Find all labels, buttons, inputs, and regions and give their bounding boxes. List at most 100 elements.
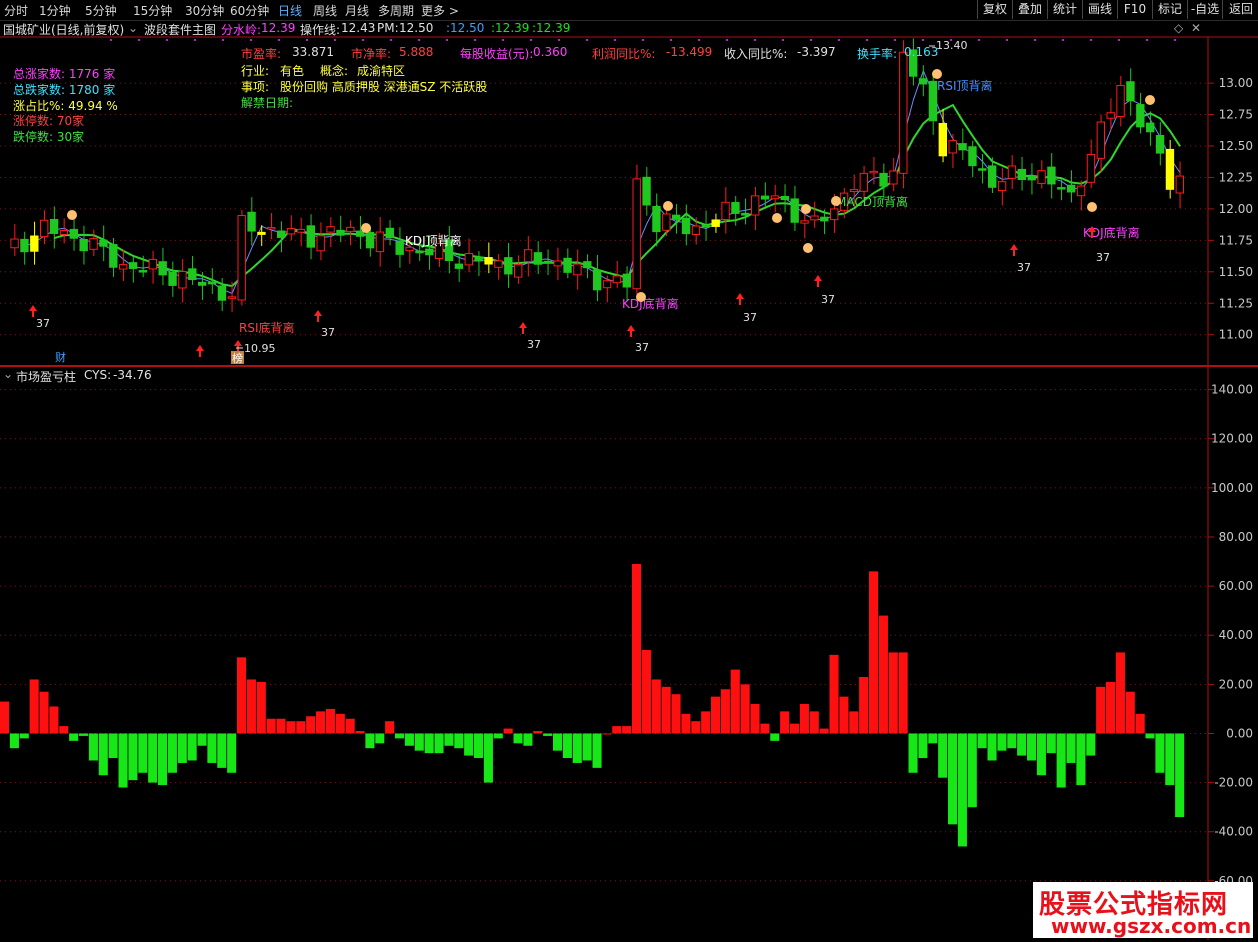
profit-loss-bar: [869, 571, 879, 734]
tab-60min[interactable]: 60分钟: [230, 2, 269, 19]
profit-loss-bar: [1115, 652, 1125, 734]
arrow-value-label: 37: [1017, 261, 1031, 274]
candle-body: [593, 269, 602, 291]
candle-body: [20, 238, 29, 253]
candle-body: [731, 202, 740, 214]
profit-loss-bar: [553, 733, 563, 751]
candle-body: [188, 268, 197, 281]
tab-30min[interactable]: 30分钟: [185, 2, 224, 19]
tab-1min[interactable]: 1分钟: [39, 2, 71, 19]
tab-15min[interactable]: 15分钟: [133, 2, 172, 19]
profit-loss-bar: [404, 733, 414, 746]
period-marker-dot: [306, 39, 308, 41]
candle-body: [918, 78, 928, 85]
tab-monthly[interactable]: 月线: [345, 2, 369, 19]
candle-body: [40, 219, 49, 238]
profit-loss-bar: [385, 721, 395, 734]
eps-label: 每股收益(元):: [460, 47, 534, 61]
profit-loss-bar: [632, 563, 642, 734]
f10-button[interactable]: F10: [1117, 0, 1152, 19]
period-marker-dot: [166, 39, 168, 41]
profit-loss-bar: [582, 733, 592, 761]
profit-loss-bar: [1145, 733, 1155, 739]
candle-body: [632, 178, 641, 290]
candle-body: [69, 228, 78, 239]
profit-loss-bar: [227, 733, 237, 773]
candle-body: [879, 172, 888, 187]
back-button[interactable]: 返回: [1222, 0, 1258, 19]
watchlist-button[interactable]: -自选: [1187, 0, 1222, 19]
candle-body: [681, 217, 691, 235]
profit-loss-bar: [671, 694, 681, 734]
subchart-toggle-icon[interactable]: ⌄: [3, 367, 13, 381]
profit-loss-bar: [464, 733, 474, 756]
candle-body: [217, 285, 227, 301]
profit-loss-bar: [1165, 733, 1175, 786]
subchart-grid: [0, 389, 1208, 882]
statistics-button[interactable]: 统计: [1047, 0, 1082, 19]
candle-body: [691, 225, 701, 235]
profit-loss-bar: [602, 733, 612, 735]
arrow-value-label: 37: [321, 326, 335, 339]
main-kline-chart[interactable]: KDJ顶背离RSI底背离KDJ底背离RSI顶背离MACD顶背离KDJ底背离373…: [0, 20, 1258, 365]
profit-loss-bar: [444, 733, 454, 746]
profit-loss-bar: [98, 733, 108, 776]
period-marker-dot: [614, 39, 616, 41]
period-marker-dot: [194, 39, 196, 41]
candle-body: [247, 211, 256, 232]
period-marker-dot: [642, 39, 644, 41]
candle-body: [849, 189, 859, 193]
candle-body: [296, 228, 306, 233]
period-marker-dot: [726, 39, 728, 41]
period-marker-dot: [418, 39, 420, 41]
price-tick-label: 11.25: [1219, 296, 1253, 310]
profit-loss-bar: [908, 733, 918, 773]
profit-loss-bar: [829, 654, 839, 734]
profit-loss-bar: [296, 721, 306, 734]
tab-weekly[interactable]: 周线: [313, 2, 337, 19]
signal-marks: KDJ顶背离RSI底背离KDJ底背离RSI顶背离MACD顶背离KDJ底背离373…: [29, 39, 1176, 365]
period-marker-dot: [950, 39, 952, 41]
price-tick-label: 11.75: [1219, 233, 1253, 247]
tab-5min[interactable]: 5分钟: [85, 2, 117, 19]
profit-loss-bar: [641, 649, 651, 734]
profit-loss-bar: [1066, 733, 1076, 763]
profit-loss-chart[interactable]: 140.00 120.00 100.00 80.00 60.00 40.00 20.00 0.…: [0, 365, 1258, 940]
profit-loss-bar: [701, 711, 711, 734]
period-marker-dot: [390, 39, 392, 41]
profit-loss-bar: [118, 733, 128, 788]
subchart-tick-label: 120.00: [1211, 432, 1253, 446]
candle-body: [583, 261, 592, 269]
tab-fenshi[interactable]: 分时: [4, 2, 28, 19]
candle-body: [306, 225, 315, 248]
profit-loss-bar: [1125, 691, 1135, 734]
candle-body: [662, 213, 671, 231]
period-marker-dot: [1034, 39, 1036, 41]
mark-button[interactable]: 标记: [1152, 0, 1187, 19]
limit-down-count: 跌停数: 30家: [13, 130, 85, 144]
event-value: 股份回购 高质押股 深港通SZ 不活跃股: [280, 80, 488, 94]
restore-rights-button[interactable]: 复权: [977, 0, 1012, 19]
profit-loss-bar: [9, 733, 19, 749]
price-tick-label: 12.50: [1219, 139, 1253, 153]
candle-body: [553, 260, 562, 267]
period-marker-dot: [1146, 39, 1148, 41]
tab-multi-period[interactable]: 多周期: [378, 2, 414, 19]
candle-body: [563, 257, 572, 273]
period-marker-dot: [754, 39, 756, 41]
overlay-button[interactable]: 叠加: [1012, 0, 1047, 19]
period-marker-dot: [978, 39, 980, 41]
period-marker-dot: [530, 39, 532, 41]
tab-more[interactable]: 更多 >: [421, 2, 459, 19]
period-marker-dot: [446, 39, 448, 41]
draw-line-button[interactable]: 画线: [1082, 0, 1117, 19]
profit-loss-bar: [1175, 733, 1185, 817]
period-marker-dot: [1090, 39, 1092, 41]
candle-body: [928, 80, 938, 122]
profit-loss-bar: [483, 733, 493, 783]
candle-body: [760, 195, 770, 200]
candle-body: [988, 165, 997, 188]
profit-loss-bar: [720, 689, 730, 734]
candle-body: [425, 248, 434, 256]
tab-daily[interactable]: 日线: [278, 2, 302, 19]
